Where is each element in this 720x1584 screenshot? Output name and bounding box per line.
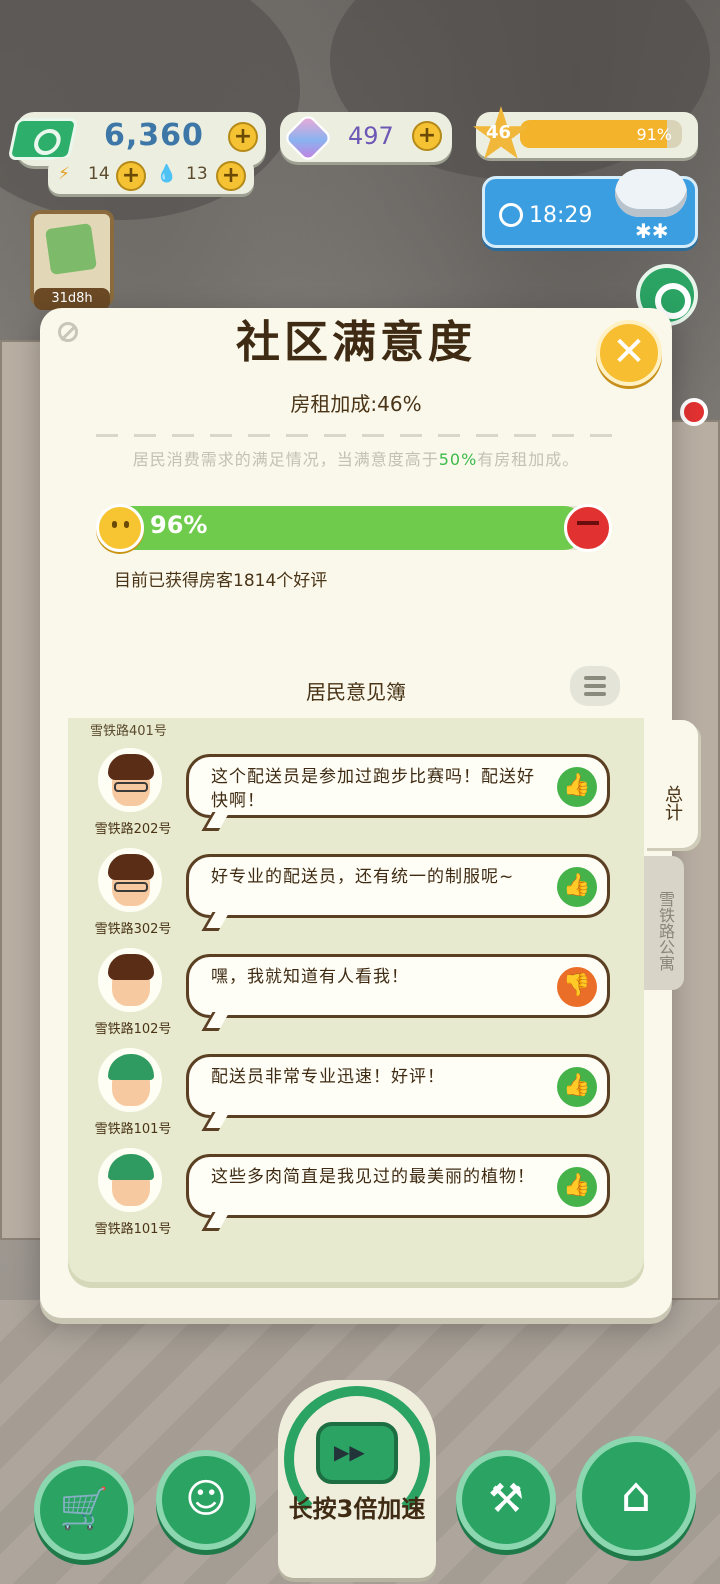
shop-button[interactable]: 🛒 xyxy=(34,1460,134,1560)
resident-address: 雪铁路101号 xyxy=(94,1222,172,1237)
resident-address: 雪铁路101号 xyxy=(94,1122,172,1137)
clipped-address: 雪铁路401号 xyxy=(90,724,167,739)
satisfaction-description: 居民消费需求的满足情况，当满意度高于50%有房租加成。 xyxy=(40,446,672,470)
reviews-count: 目前已获得房客1814个好评 xyxy=(114,571,328,591)
rent-bonus: 房租加成:46% xyxy=(290,392,422,416)
cart-icon: 🛒 xyxy=(59,1486,109,1532)
home-button[interactable]: ⌂ xyxy=(576,1436,696,1556)
resident-avatar[interactable] xyxy=(98,948,162,1012)
emote-button[interactable]: ☺ xyxy=(156,1450,256,1550)
speech-bubble: 嘿，我就知道有人看我！ 👎 xyxy=(186,954,610,1018)
snowflake-icon: ✱✱ xyxy=(635,219,669,243)
description-threshold: 50% xyxy=(438,450,478,469)
dialog-title: 社区满意度 xyxy=(236,317,476,368)
water-drop-icon: 💧 xyxy=(156,164,178,184)
tools-icon: ⚒ xyxy=(488,1476,524,1522)
tv-fast-forward-icon xyxy=(316,1422,398,1484)
level-number: 46 xyxy=(486,122,512,143)
comment-text: 配送员非常专业迅速！好评！ xyxy=(211,1067,445,1087)
build-tools-button[interactable]: ⚒ xyxy=(456,1450,556,1550)
thumbs-down-icon: 👎 xyxy=(557,967,597,1007)
add-gems-button[interactable]: + xyxy=(412,121,442,151)
speech-bubble: 好专业的配送员，还有统一的制服呢~ 👍 xyxy=(186,854,610,918)
thumbs-up-icon: 👍 xyxy=(557,867,597,907)
satisfaction-percent: 96% xyxy=(150,511,208,539)
weather-clock[interactable]: 18:29 ✱✱ xyxy=(482,169,698,248)
gem-icon xyxy=(282,112,334,164)
water-value: 13 xyxy=(186,164,208,184)
comment-text: 嘿，我就知道有人看我！ xyxy=(211,967,409,987)
energy-value: 14 xyxy=(88,164,110,184)
comment-row: 雪铁路202号 这个配送员是参加过跑步比赛吗！配送好快啊！ 👍 xyxy=(68,748,644,846)
speech-bubble: 这些多肉简直是我见过的最美丽的植物！ 👍 xyxy=(186,1154,610,1218)
comment-row: 雪铁路101号 这些多肉简直是我见过的最美丽的植物！ 👍 xyxy=(68,1148,644,1246)
add-money-button[interactable]: + xyxy=(228,122,258,152)
happy-face-icon xyxy=(96,504,144,552)
list-menu-button[interactable] xyxy=(570,666,620,706)
cash-icon xyxy=(7,118,79,160)
gems-value: 497 xyxy=(348,122,394,150)
clock-icon xyxy=(499,203,523,227)
comment-row: 雪铁路101号 配送员非常专业迅速！好评！ 👍 xyxy=(68,1048,644,1146)
comment-text: 这个配送员是参加过跑步比赛吗！配送好快啊！ xyxy=(211,767,535,811)
thumbs-up-icon: 👍 xyxy=(557,1067,597,1107)
thumbs-up-icon: 👍 xyxy=(557,767,597,807)
resident-avatar[interactable] xyxy=(98,848,162,912)
thumbs-up-icon: 👍 xyxy=(557,1167,597,1207)
add-energy-button[interactable]: + xyxy=(116,161,146,191)
game-time: 18:29 xyxy=(529,203,593,228)
comment-row: 雪铁路302号 好专业的配送员，还有统一的制服呢~ 👍 xyxy=(68,848,644,946)
sub-resources: ⚡ 14 + 💧 13 + xyxy=(48,158,254,194)
snow-cloud-icon xyxy=(615,169,687,217)
description-post: 有房租加成。 xyxy=(477,450,580,469)
satisfaction-dialog: 社区满意度 ✕ 房租加成:46% 居民消费需求的满足情况，当满意度高于50%有房… xyxy=(40,308,672,1318)
tab-total[interactable]: 总计 xyxy=(644,720,698,848)
notification-dot xyxy=(680,398,708,426)
comment-text: 好专业的配送员，还有统一的制服呢~ xyxy=(211,867,515,887)
comment-row: 雪铁路102号 嘿，我就知道有人看我！ 👎 xyxy=(68,948,644,1046)
xp-percent: 91% xyxy=(636,125,672,144)
resident-address: 雪铁路102号 xyxy=(94,1022,172,1037)
level-progress[interactable]: 91% 46 xyxy=(473,106,698,159)
money-value: 6,360 xyxy=(104,118,204,153)
resident-avatar[interactable] xyxy=(98,1148,162,1212)
description-pre: 居民消费需求的满足情况，当满意度高于 xyxy=(132,450,439,469)
gem-counter[interactable]: 497 + xyxy=(280,112,452,164)
smile-face-icon: ☺ xyxy=(185,1476,227,1522)
resident-avatar[interactable] xyxy=(98,1048,162,1112)
speed-boost-button[interactable]: 长按3倍加速 xyxy=(278,1380,436,1578)
angry-face-icon xyxy=(564,504,612,552)
resident-address: 雪铁路202号 xyxy=(94,822,172,837)
tab-apartment[interactable]: 雪铁路公寓 xyxy=(644,856,684,990)
divider xyxy=(96,434,616,437)
close-button[interactable]: ✕ xyxy=(596,320,662,386)
resident-avatar[interactable] xyxy=(98,748,162,812)
xp-bar: 91% xyxy=(520,120,682,148)
add-water-button[interactable]: + xyxy=(216,161,246,191)
speech-bubble: 配送员非常专业迅速！好评！ 👍 xyxy=(186,1054,610,1118)
resident-address: 雪铁路302号 xyxy=(94,922,172,937)
comment-list[interactable]: 雪铁路401号 雪铁路202号 这个配送员是参加过跑步比赛吗！配送好快啊！ 👍 雪铁路… xyxy=(68,718,644,1288)
speech-bubble: 这个配送员是参加过跑步比赛吗！配送好快啊！ 👍 xyxy=(186,754,610,818)
house-icon: ⌂ xyxy=(620,1467,652,1523)
comment-text: 这些多肉简直是我见过的最美丽的植物！ xyxy=(211,1167,535,1187)
lightning-icon: ⚡ xyxy=(58,164,70,184)
boost-label: 长按3倍加速 xyxy=(288,1495,426,1523)
